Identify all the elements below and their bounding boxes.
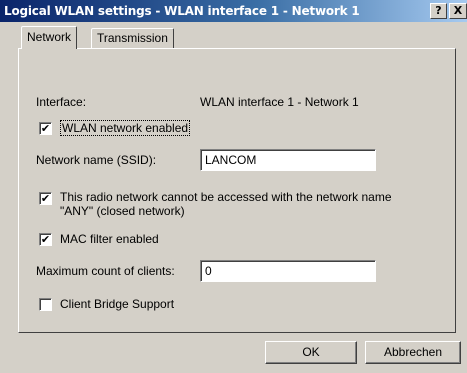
max-clients-input[interactable]: 0 bbox=[200, 260, 376, 282]
ssid-label: Network name (SSID): bbox=[36, 153, 157, 167]
tab-network-label: Network bbox=[27, 30, 72, 44]
interface-value: WLAN interface 1 - Network 1 bbox=[200, 95, 359, 109]
checkmark-icon: ✔ bbox=[40, 233, 51, 246]
interface-label: Interface: bbox=[36, 95, 87, 109]
tab-network[interactable]: Network bbox=[21, 26, 78, 49]
title-bar[interactable]: Logical WLAN settings - WLAN interface 1… bbox=[0, 0, 467, 22]
network-tab-panel: Interface: WLAN interface 1 - Network 1 … bbox=[18, 48, 456, 333]
client-bridge-label[interactable]: Client Bridge Support bbox=[60, 297, 174, 311]
dialog-window: Logical WLAN settings - WLAN interface 1… bbox=[0, 0, 467, 373]
closed-network-checkbox[interactable]: ✔ bbox=[39, 192, 52, 205]
max-clients-label: Maximum count of clients: bbox=[36, 264, 175, 278]
tab-transmission-label: Transmission bbox=[97, 31, 168, 45]
mac-filter-checkbox[interactable]: ✔ bbox=[39, 233, 52, 246]
client-bridge-checkbox[interactable] bbox=[39, 298, 52, 311]
closed-network-label-line2[interactable]: "ANY" (closed network) bbox=[60, 204, 185, 218]
closed-network-label-line1[interactable]: This radio network cannot be accessed wi… bbox=[60, 190, 392, 204]
checkmark-icon: ✔ bbox=[40, 192, 51, 205]
close-button[interactable]: X bbox=[449, 3, 467, 19]
cancel-button[interactable]: Abbrechen bbox=[365, 341, 461, 364]
wlan-enabled-checkbox[interactable]: ✔ bbox=[39, 122, 52, 135]
mac-filter-label[interactable]: MAC filter enabled bbox=[60, 232, 159, 246]
wlan-enabled-label[interactable]: WLAN network enabled bbox=[60, 120, 191, 136]
help-button[interactable]: ? bbox=[430, 3, 447, 19]
ok-button[interactable]: OK bbox=[265, 341, 357, 364]
ssid-input[interactable]: LANCOM bbox=[200, 149, 376, 171]
window-title: Logical WLAN settings - WLAN interface 1… bbox=[4, 4, 360, 18]
tab-transmission[interactable]: Transmission bbox=[91, 28, 174, 48]
checkmark-icon: ✔ bbox=[40, 122, 51, 135]
